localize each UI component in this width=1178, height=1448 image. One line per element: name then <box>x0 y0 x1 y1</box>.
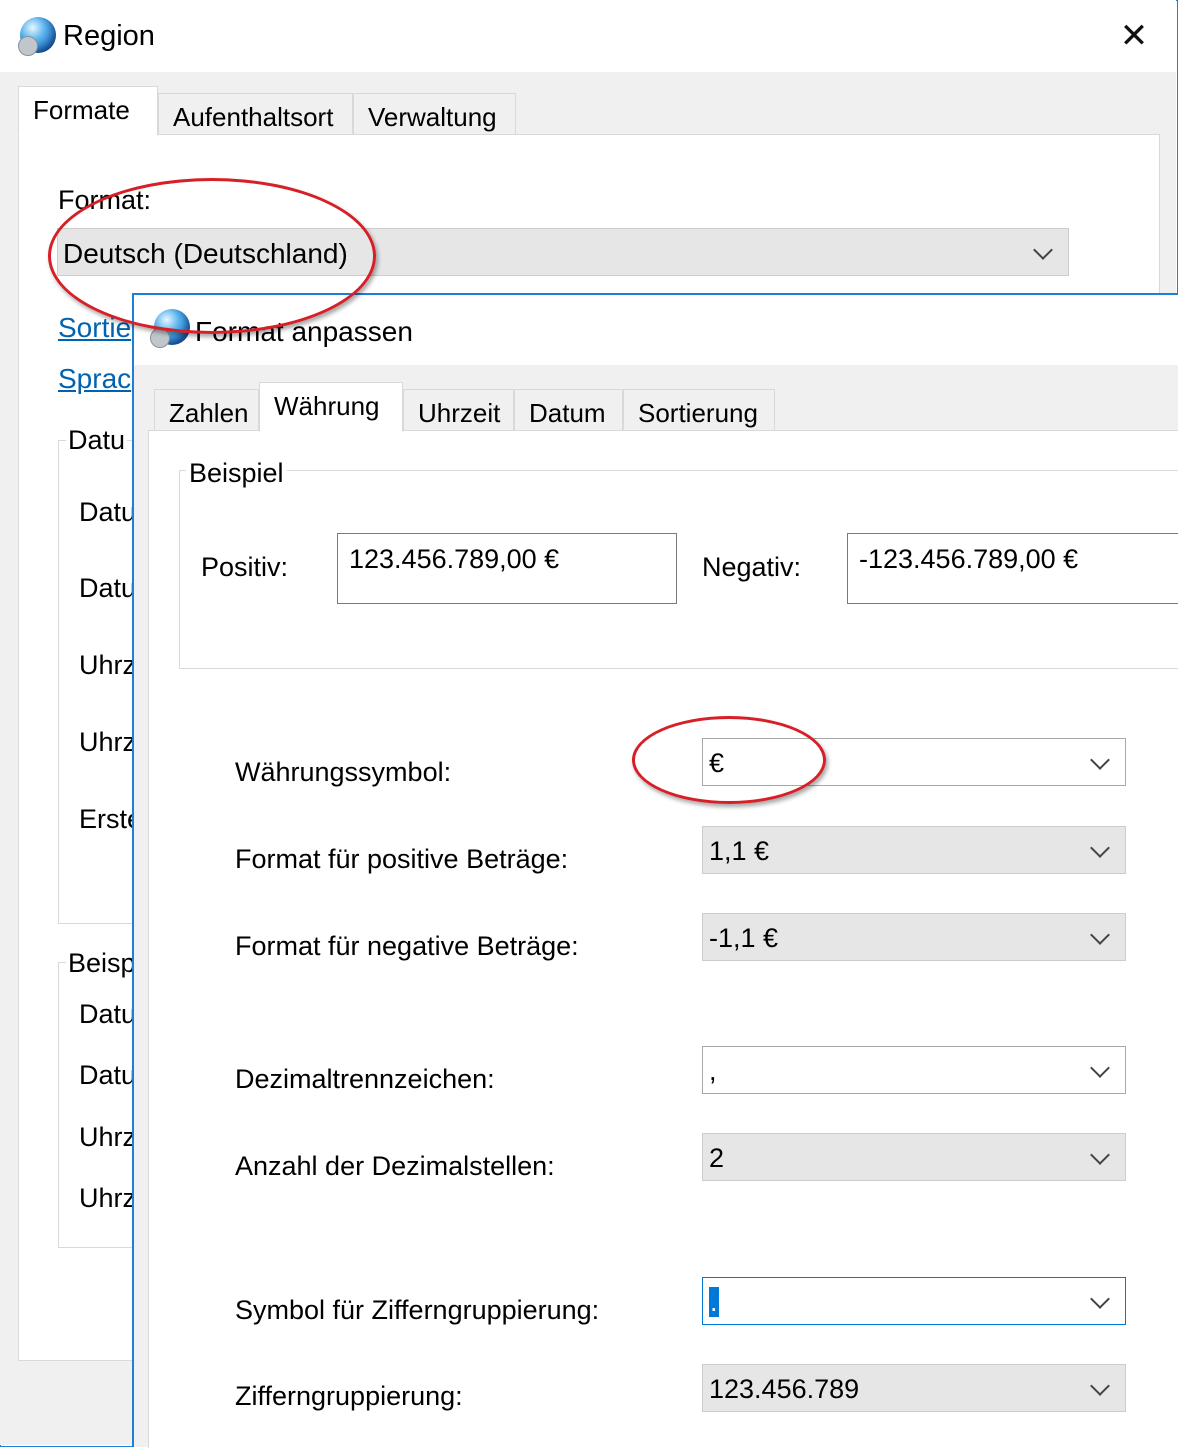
close-icon[interactable]: ✕ <box>1116 18 1152 54</box>
grouping-label: Zifferngruppierung: <box>235 1381 463 1411</box>
grouping-symbol-label: Symbol für Zifferngruppierung: <box>235 1295 600 1325</box>
group-item: Uhrz <box>79 1183 137 1213</box>
decimal-places-value: 2 <box>709 1143 725 1173</box>
decimal-separator-label: Dezimaltrennzeichen: <box>235 1064 495 1094</box>
group-item: Datu <box>79 573 137 603</box>
positive-format-value: 1,1 € <box>709 836 770 866</box>
currency-symbol-label: Währungssymbol: <box>235 757 452 787</box>
tab-label: Zahlen <box>169 398 249 428</box>
tab-label: Währung <box>274 391 380 421</box>
tab-label: Formate <box>33 95 130 125</box>
positive-format-label: Format für positive Beträge: <box>235 844 569 874</box>
negative-label: Negativ: <box>702 552 802 582</box>
negative-format-label: Format für negative Beträge: <box>235 931 579 961</box>
group-item: Datu <box>79 1060 137 1090</box>
chevron-down-icon[interactable] <box>1090 1058 1110 1078</box>
group-item: Uhrz <box>79 1122 137 1152</box>
grouping-symbol-value: . <box>709 1287 719 1317</box>
tab-datum[interactable]: Datum <box>514 389 623 431</box>
example-legend: Beispiel <box>186 458 287 489</box>
group-item: Datu <box>79 497 137 527</box>
chevron-down-icon[interactable] <box>1090 750 1110 770</box>
negative-example-field: -123.456.789,00 € <box>847 533 1178 604</box>
tab-zahlen[interactable]: Zahlen <box>154 389 259 431</box>
group-title: Beisp <box>66 948 138 979</box>
tab-aufenthaltsort[interactable]: Aufenthaltsort <box>158 93 353 135</box>
chevron-down-icon <box>1033 240 1053 260</box>
negative-format-value: -1,1 € <box>709 923 779 953</box>
annotation-ellipse-currency <box>632 716 826 804</box>
tab-label: Verwaltung <box>368 102 497 132</box>
language-link[interactable]: Sprac <box>58 363 131 395</box>
tab-formate[interactable]: Formate <box>18 86 158 136</box>
decimal-places-label: Anzahl der Dezimalstellen: <box>235 1151 555 1181</box>
tab-label: Sortierung <box>638 398 758 428</box>
tab-label: Datum <box>529 398 606 428</box>
window-title: Region <box>63 20 155 52</box>
tab-uhrzeit[interactable]: Uhrzeit <box>403 389 514 431</box>
chevron-down-icon <box>1090 925 1110 945</box>
chevron-down-icon <box>1090 1376 1110 1396</box>
tab-waehrung[interactable]: Währung <box>259 382 403 432</box>
clock-icon <box>18 36 38 56</box>
positive-example-value: 123.456.789,00 € <box>349 544 560 574</box>
chevron-down-icon <box>1090 1145 1110 1165</box>
tab-label: Uhrzeit <box>418 398 501 428</box>
group-title: Datu <box>66 425 128 456</box>
chevron-down-icon[interactable] <box>1090 1289 1110 1309</box>
positive-example-field: 123.456.789,00 € <box>337 533 677 604</box>
positive-format-select[interactable]: 1,1 € <box>702 826 1126 874</box>
decimal-places-select[interactable]: 2 <box>702 1133 1126 1181</box>
grouping-symbol-combo[interactable]: . <box>702 1277 1126 1325</box>
tab-sortierung[interactable]: Sortierung <box>623 389 775 431</box>
region-titlebar[interactable] <box>0 0 1176 72</box>
decimal-separator-combo[interactable]: , <box>702 1046 1126 1094</box>
grouping-value: 123.456.789 <box>709 1374 860 1404</box>
group-item: Uhrz <box>79 650 137 680</box>
chevron-down-icon <box>1090 838 1110 858</box>
positive-label: Positiv: <box>201 552 289 582</box>
tab-label: Aufenthaltsort <box>173 102 334 132</box>
annotation-ellipse-format <box>48 178 376 334</box>
group-item: Datu <box>79 999 137 1029</box>
group-item: Uhrz <box>79 727 137 757</box>
negative-format-select[interactable]: -1,1 € <box>702 913 1126 961</box>
grouping-select[interactable]: 123.456.789 <box>702 1364 1126 1412</box>
tab-verwaltung[interactable]: Verwaltung <box>353 93 516 135</box>
decimal-separator-value: , <box>709 1056 717 1086</box>
negative-example-value: -123.456.789,00 € <box>859 544 1079 574</box>
